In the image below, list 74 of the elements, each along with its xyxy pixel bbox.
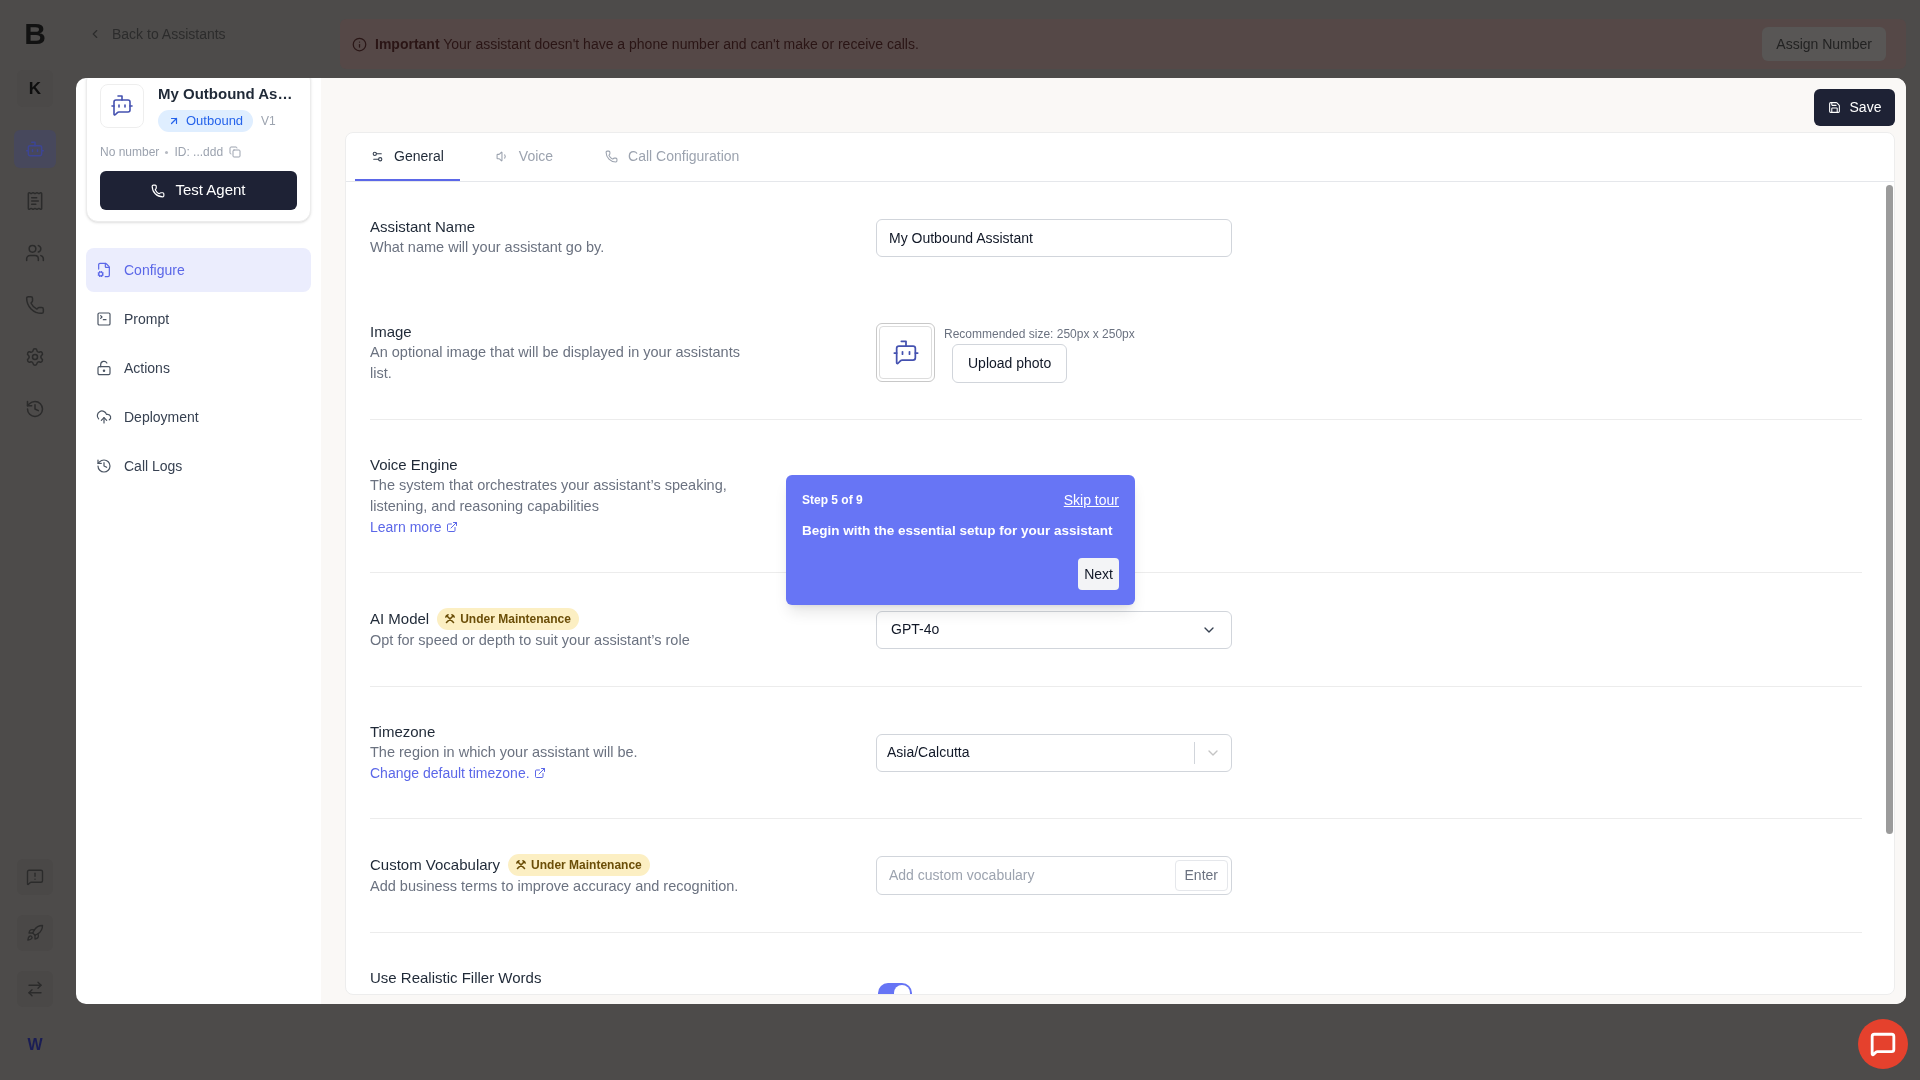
sidebar-nav-item[interactable]: Prompt	[86, 297, 311, 341]
tab[interactable]: Call Configuration	[589, 133, 756, 181]
learn-more-link[interactable]: Learn more	[370, 517, 458, 537]
history-icon	[96, 458, 112, 474]
skip-tour-link[interactable]: Skip tour	[1063, 491, 1119, 509]
rail-nav-item[interactable]	[14, 130, 56, 168]
test-agent-button[interactable]: Test Agent	[100, 171, 297, 210]
field-description: Add business terms to improve accuracy and recognition.	[370, 877, 739, 896]
swap-arrows-icon	[26, 980, 44, 998]
history-icon	[25, 399, 45, 419]
tab[interactable]: Voice	[479, 133, 570, 181]
vocabulary-field[interactable]: Add custom vocabulary Enter	[876, 856, 1232, 895]
field-label: Use Realistic Filler Words	[370, 968, 542, 988]
speaker-icon	[495, 149, 509, 163]
copy-icon	[229, 146, 242, 158]
robot-avatar-icon	[876, 323, 935, 382]
field-description: An optional image that will be displayed in your assistants list.	[370, 343, 741, 383]
version-label: V1	[261, 113, 276, 130]
external-link-icon	[445, 521, 458, 533]
next-button[interactable]: Next	[1078, 558, 1119, 590]
receipt-icon	[25, 191, 45, 211]
field-description: The region in which your assistant will be.	[370, 743, 638, 762]
phone-icon	[605, 149, 619, 163]
field-description: What name will your assistant go by.	[370, 238, 605, 257]
agent-id: ID: ...ddd	[174, 144, 224, 161]
robot-icon	[25, 139, 45, 159]
image-size-hint: Recommended size: 250px x 250px	[944, 326, 1135, 342]
external-link-icon	[533, 767, 546, 779]
maintenance-label: Under Maintenance	[460, 611, 571, 628]
file-gear-icon	[96, 262, 112, 278]
assistant-name-field[interactable]: My Outbound Assistant	[876, 218, 1232, 257]
field-label: Assistant Name	[370, 217, 476, 237]
scrollbar-thumb[interactable]	[1886, 185, 1893, 834]
save-icon	[1827, 101, 1841, 114]
arrow-up-right-icon	[168, 115, 180, 127]
field-description: Opt for speed or depth to suit your assistant’s role	[370, 631, 690, 650]
field-label: Voice Engine	[370, 455, 458, 475]
tour-step-counter: Step 5 of 9	[802, 492, 863, 509]
enter-button[interactable]: Enter	[1174, 860, 1228, 891]
open-padlock-icon	[96, 360, 112, 376]
settings-icon	[25, 347, 45, 367]
crossed-tools-icon	[516, 860, 527, 870]
phone-number-status: No number	[100, 144, 160, 161]
rocket-icon	[26, 924, 44, 942]
field-label: AI Model	[370, 609, 430, 629]
terminal-icon	[96, 311, 112, 327]
speech-bubble-icon	[26, 868, 44, 886]
robot-avatar-icon	[100, 84, 144, 128]
field-label: Timezone	[370, 722, 436, 742]
agent-name: My Outbound As…	[158, 84, 293, 104]
sidebar-nav-item[interactable]: Actions	[86, 346, 311, 390]
users-icon	[25, 243, 45, 263]
timezone-select[interactable]: Asia/Calcutta	[876, 733, 1232, 772]
tab[interactable]: General	[355, 133, 460, 181]
cloud-upload-icon	[96, 409, 112, 425]
chat-icon[interactable]	[1858, 1019, 1908, 1069]
sliders-icon	[371, 149, 384, 163]
tour-message: Begin with the essential setup for your assistant	[802, 522, 1114, 540]
field-label: Image	[370, 322, 412, 342]
field-description: The system that orchestrates your assistant’s speaking, listening, and reasoning capabilities	[370, 476, 728, 516]
field-label: Custom Vocabulary	[370, 855, 501, 875]
phone-icon	[151, 183, 166, 198]
sidebar-nav-item[interactable]: Call Logs	[86, 444, 311, 488]
sidebar-nav-item[interactable]: Configure	[86, 248, 311, 292]
change-timezone-link[interactable]: Change default timezone.	[370, 763, 546, 783]
save-button[interactable]: Save	[1814, 89, 1895, 126]
maintenance-label: Under Maintenance	[531, 857, 642, 874]
crossed-tools-icon	[445, 614, 456, 624]
model-select[interactable]: GPT-4o	[876, 610, 1232, 649]
upload-photo-button[interactable]: Upload photo	[952, 344, 1068, 383]
direction-label: Outbound	[186, 112, 244, 131]
info-icon	[352, 36, 367, 52]
phone-icon	[25, 295, 45, 315]
sidebar-nav-item[interactable]: Deployment	[86, 395, 311, 439]
